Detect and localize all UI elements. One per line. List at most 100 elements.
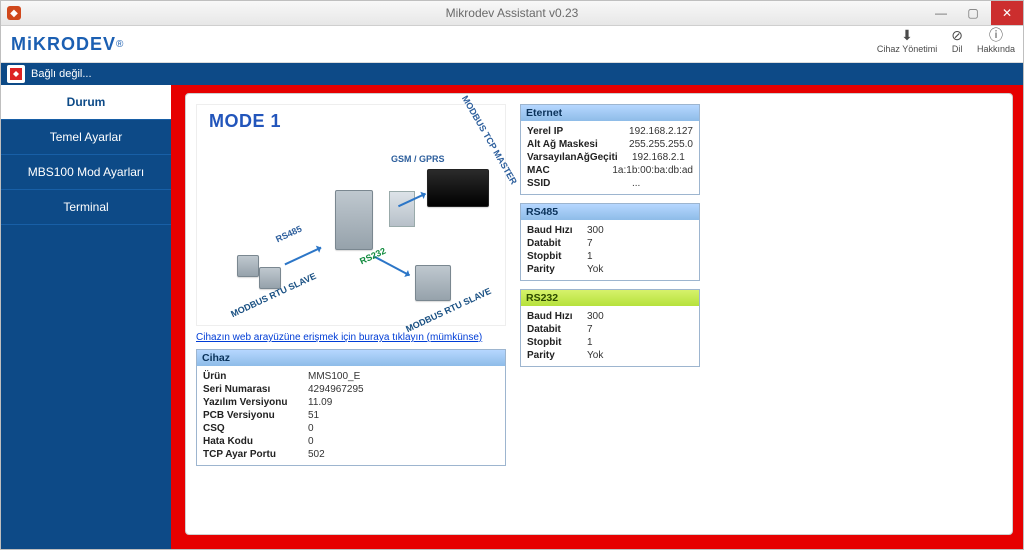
v: 11.09 [308,397,332,408]
v: 7 [587,238,593,249]
row-error-code: Hata Kodu0 [203,435,499,448]
web-interface-link[interactable]: Cihazın web arayüzüne erişmek için buray… [196,332,506,343]
row-ssid: SSID... [527,177,693,190]
row-subnet: Alt Ağ Maskesi255.255.255.0 [527,138,693,151]
minimize-button[interactable]: — [925,1,957,25]
header-spacer [133,26,868,62]
k: CSQ [203,423,308,434]
status-text: Bağlı değil... [31,68,92,80]
sidebar-item-durum[interactable]: Durum [1,85,171,120]
sidebar-item-label: Terminal [63,200,108,214]
device-management-label: Cihaz Yönetimi [877,44,937,54]
k: Yazılım Versiyonu [203,397,308,408]
eternet-box: Eternet Yerel IP192.168.2.127 Alt Ağ Mas… [520,104,700,195]
language-button[interactable]: ⊘ Dil [951,28,963,54]
download-icon: ⬇ [901,28,913,42]
rtu-slave-node-1a [237,255,259,277]
v: 192.168.2.1 [632,152,685,163]
sidebar-item-label: Durum [67,95,106,109]
v: 51 [308,410,319,421]
k: MAC [527,165,612,176]
device-info-title: Cihaz [197,350,505,366]
rs485-body: Baud Hızı300 Databit7 Stopbit1 ParityYok [521,220,699,280]
info-icon: ⓘ [989,28,1003,42]
v: MMS100_E [308,371,360,382]
sidebar-item-terminal[interactable]: Terminal [1,190,171,225]
rs232-body: Baud Hızı300 Databit7 Stopbit1 ParityYok [521,306,699,366]
diagram-title: MODE 1 [209,111,281,132]
k: Ürün [203,371,308,382]
v: 192.168.2.127 [629,126,693,137]
v: 502 [308,449,325,460]
k: TCP Ayar Portu [203,449,308,460]
body: Durum Temel Ayarlar MBS100 Mod Ayarları … [1,85,1023,549]
titlebar: ◆ Mikrodev Assistant v0.23 — ▢ ✕ [1,1,1023,26]
v: ... [632,178,640,189]
rs485-title: RS485 [521,204,699,220]
row-gateway: VarsayılanAğGeçiti192.168.2.1 [527,151,693,164]
about-button[interactable]: ⓘ Hakkında [977,28,1015,54]
logo-text: MiKRODEV [11,34,116,55]
row-local-ip: Yerel IP192.168.2.127 [527,125,693,138]
row-pcb-version: PCB Versiyonu51 [203,409,499,422]
left-column: MODE 1 RS485 RS232 G [196,104,506,466]
k: Stopbit [527,251,587,262]
about-label: Hakkında [977,44,1015,54]
arrow-rs485 [284,247,321,266]
mode-diagram: MODE 1 RS485 RS232 G [196,104,506,326]
v: 300 [587,311,604,322]
v: 1a:1b:00:ba:db:ad [612,165,693,176]
eternet-title: Eternet [521,105,699,121]
row-baud: Baud Hızı300 [527,224,693,237]
row-stopbit: Stopbit1 [527,250,693,263]
k: Baud Hızı [527,225,587,236]
no-entry-icon: ⊘ [951,28,963,42]
rs232-box: RS232 Baud Hızı300 Databit7 Stopbit1 Par… [520,289,700,367]
v: 300 [587,225,604,236]
content-panel: MODE 1 RS485 RS232 G [185,93,1013,535]
k: Parity [527,264,587,275]
k: Seri Numarası [203,384,308,395]
main: MODE 1 RS485 RS232 G [171,85,1023,549]
eternet-body: Yerel IP192.168.2.127 Alt Ağ Maskesi255.… [521,121,699,194]
k: Parity [527,350,587,361]
sidebar-item-temel-ayarlar[interactable]: Temel Ayarlar [1,120,171,155]
k: Stopbit [527,337,587,348]
k: Yerel IP [527,126,629,137]
maximize-button[interactable]: ▢ [957,1,989,25]
k: Databit [527,324,587,335]
logo: MiKRODEV® [1,26,133,62]
app-icon: ◆ [7,6,21,20]
row-baud: Baud Hızı300 [527,310,693,323]
arrow-rs232 [374,256,410,277]
v: 255.255.255.0 [629,139,693,150]
window-title: Mikrodev Assistant v0.23 [1,6,1023,20]
k: Baud Hızı [527,311,587,322]
tcp-master-node [427,169,489,207]
row-parity: ParityYok [527,263,693,276]
device-node [335,190,373,250]
row-mac: MAC1a:1b:00:ba:db:ad [527,164,693,177]
k: Hata Kodu [203,436,308,447]
row-software-version: Yazılım Versiyonu11.09 [203,396,499,409]
row-csq: CSQ0 [203,422,499,435]
label-rs485: RS485 [274,224,303,245]
row-stopbit: Stopbit1 [527,336,693,349]
row-parity: ParityYok [527,349,693,362]
row-databit: Databit7 [527,323,693,336]
sidebar: Durum Temel Ayarlar MBS100 Mod Ayarları … [1,85,171,549]
row-serial: Seri Numarası4294967295 [203,383,499,396]
sidebar-item-label: MBS100 Mod Ayarları [28,165,145,179]
close-button[interactable]: ✕ [991,1,1023,25]
logo-reg: ® [116,39,123,50]
right-column: Eternet Yerel IP192.168.2.127 Alt Ağ Mas… [520,104,700,367]
label-gsm: GSM / GPRS [391,155,445,164]
device-info-body: ÜrünMMS100_E Seri Numarası4294967295 Yaz… [197,366,505,465]
v: Yok [587,264,603,275]
app-window: ◆ Mikrodev Assistant v0.23 — ▢ ✕ MiKRODE… [0,0,1024,550]
v: 7 [587,324,593,335]
sidebar-item-mbs100-mod-ayarlari[interactable]: MBS100 Mod Ayarları [1,155,171,190]
disconnected-icon [7,65,25,83]
device-management-button[interactable]: ⬇ Cihaz Yönetimi [877,28,937,54]
row-tcp-port: TCP Ayar Portu502 [203,448,499,461]
